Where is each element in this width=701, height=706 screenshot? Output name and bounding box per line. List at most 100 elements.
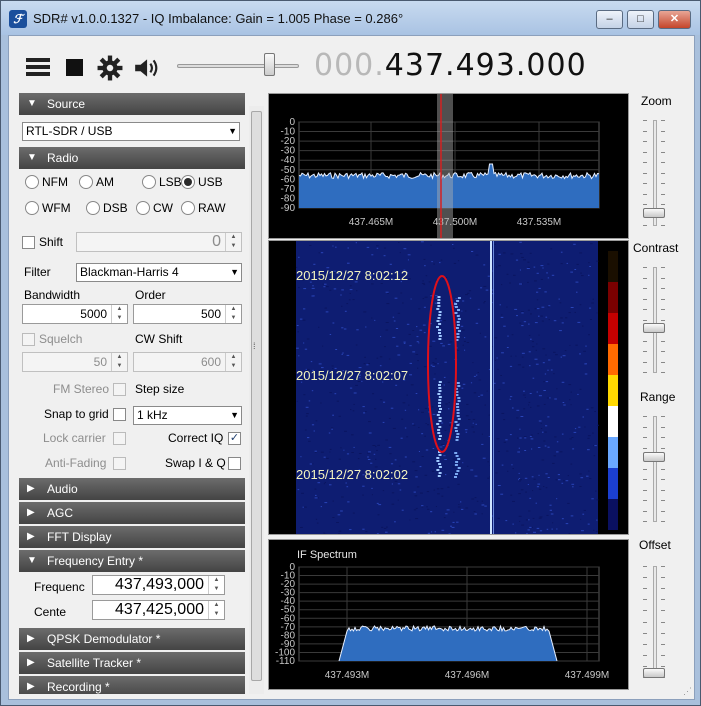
step-size-select[interactable]: 1 kHz ▼ (133, 406, 242, 425)
shift-checkbox[interactable] (22, 236, 35, 249)
noise-speck (317, 482, 321, 484)
resize-grip-icon[interactable]: ⋰ (683, 686, 692, 697)
noise-speck (506, 347, 509, 348)
fm-stereo-checkbox[interactable] (113, 383, 126, 396)
order-input[interactable]: 500 ▲ ▼ (133, 304, 242, 324)
frequency-input[interactable]: 437,493,000 ▲ ▼ (92, 575, 225, 595)
gear-icon[interactable] (97, 55, 123, 81)
scrollbar-thumb[interactable] (251, 111, 262, 681)
mode-radio-am[interactable]: AM (79, 175, 114, 189)
slider-track[interactable] (653, 416, 657, 522)
noise-speck (572, 486, 574, 488)
noise-speck (483, 285, 487, 287)
bandwidth-spin-buttons[interactable]: ▲ ▼ (111, 305, 127, 323)
noise-speck (453, 262, 457, 264)
mode-radio-nfm[interactable]: NFM (25, 175, 68, 189)
anti-fading-checkbox[interactable] (113, 457, 126, 470)
range-slider[interactable] (643, 416, 665, 522)
slider-knob[interactable] (643, 452, 665, 462)
audio-section-header[interactable]: ▶ Audio (19, 478, 245, 500)
slider-knob[interactable] (643, 668, 665, 678)
center-spin-buttons[interactable]: ▲ ▼ (208, 601, 224, 619)
mode-radio-raw[interactable]: RAW (181, 201, 226, 215)
mode-radio-lsb[interactable]: LSB (142, 175, 182, 189)
if-spectrum-plot[interactable]: IF Spectrum0-10-20-30-40-50-60-70-80-90-… (269, 540, 628, 689)
zoom-slider[interactable] (643, 120, 665, 226)
mode-radio-usb[interactable]: USB (181, 175, 223, 189)
cw-shift-input[interactable]: 600 ▲ ▼ (133, 352, 242, 372)
noise-speck (329, 448, 332, 450)
close-button[interactable]: ✕ (658, 10, 691, 29)
agc-section-header[interactable]: ▶ AGC (19, 502, 245, 524)
filter-select[interactable]: Blackman-Harris 4 ▼ (76, 263, 242, 282)
noise-speck (404, 456, 407, 458)
noise-speck (430, 244, 432, 246)
volume-slider-track[interactable] (177, 64, 299, 68)
frequency-entry-section-header[interactable]: ▼ Frequency Entry * (19, 550, 245, 572)
recording-section-header[interactable]: ▶ Recording * (19, 676, 245, 694)
offset-slider[interactable] (643, 566, 665, 678)
stop-icon[interactable] (66, 59, 83, 76)
shift-spin-buttons[interactable]: ▲ ▼ (225, 233, 241, 251)
noise-speck (376, 533, 379, 535)
noise-speck (312, 285, 314, 287)
shift-input[interactable]: 0 ▲ ▼ (76, 232, 242, 252)
swap-iq-checkbox[interactable] (228, 457, 241, 470)
center-input[interactable]: 437,425,000 ▲ ▼ (92, 600, 225, 620)
speaker-icon[interactable] (133, 55, 159, 81)
noise-speck (422, 280, 424, 282)
source-section-header[interactable]: ▼ Source (19, 93, 245, 115)
noise-speck (586, 408, 589, 410)
noise-speck (336, 522, 339, 523)
bandwidth-input[interactable]: 5000 ▲ ▼ (22, 304, 128, 324)
waterfall-display[interactable]: 2015/12/27 8:02:12 2015/12/27 8:02:07 2015… (268, 240, 629, 535)
satellite-tracker-section-header[interactable]: ▶ Satellite Tracker * (19, 652, 245, 674)
radio-section-header[interactable]: ▼ Radio (19, 147, 245, 169)
cw-shift-spin-buttons[interactable]: ▲ ▼ (225, 353, 241, 371)
hamburger-icon[interactable] (25, 55, 51, 81)
slider-knob[interactable] (643, 208, 665, 218)
squelch-input[interactable]: 50 ▲ ▼ (22, 352, 128, 372)
signal-burst (454, 421, 458, 423)
spectrum-analyzer[interactable]: 0 -10 -20 -30 -40 -50 -60 -70 -80 -90 437.465M 437.… (268, 93, 629, 239)
order-spin-buttons[interactable]: ▲ ▼ (225, 305, 241, 323)
snap-to-grid-checkbox[interactable] (113, 408, 126, 421)
slider-track[interactable] (653, 566, 657, 678)
noise-speck (300, 527, 303, 528)
frequency-label: Frequenc (34, 580, 85, 594)
frequency-display[interactable]: 000.437.493.000 (314, 48, 587, 83)
if-spectrum[interactable]: IF Spectrum 0 -10 -20 -30 -40 -50 -60 -70 -80 -90-… (268, 539, 629, 690)
spectrum-plot[interactable]: 0-10-20-30-40-50-60-70-80-90437.465M 437.… (269, 94, 628, 238)
title-bar[interactable]: ℱ SDR# v1.0.0.1327 - IQ Imbalance: Gain … (1, 1, 700, 35)
slider-knob[interactable] (643, 323, 665, 333)
lock-carrier-checkbox[interactable] (113, 432, 126, 445)
noise-speck (418, 451, 420, 452)
slider-track[interactable] (653, 267, 657, 373)
volume-slider-thumb[interactable] (263, 53, 275, 76)
control-panel-scrollbar[interactable] (249, 106, 264, 694)
maximize-button[interactable]: □ (627, 10, 654, 29)
fft-display-section-header[interactable]: ▶ FFT Display (19, 526, 245, 548)
noise-speck (506, 450, 509, 452)
waterfall-plot[interactable]: 2015/12/27 8:02:12 2015/12/27 8:02:07 2015… (269, 241, 628, 535)
noise-speck (501, 284, 503, 286)
panel-splitter-handle[interactable]: ⁞ (253, 341, 256, 351)
mode-radio-dsb[interactable]: DSB (86, 201, 128, 215)
mode-radio-wfm[interactable]: WFM (25, 201, 71, 215)
source-device-select[interactable]: RTL-SDR / USB ▼ (22, 122, 240, 141)
squelch-checkbox[interactable] (22, 333, 35, 346)
noise-speck (565, 523, 569, 525)
correct-iq-checkbox[interactable]: ✓ (228, 432, 241, 445)
noise-speck (304, 429, 307, 431)
frequency-spin-buttons[interactable]: ▲ ▼ (208, 576, 224, 594)
noise-speck (519, 269, 521, 271)
squelch-spin-buttons[interactable]: ▲ ▼ (111, 353, 127, 371)
noise-speck (465, 415, 469, 417)
slider-tick (661, 278, 665, 279)
contrast-slider[interactable] (643, 267, 665, 373)
minimize-button[interactable]: – (596, 10, 623, 29)
qpsk-demodulator-section-header[interactable]: ▶ QPSK Demodulator * (19, 628, 245, 650)
noise-speck (545, 381, 549, 383)
noise-speck (518, 472, 520, 474)
mode-radio-cw[interactable]: CW (136, 201, 173, 215)
